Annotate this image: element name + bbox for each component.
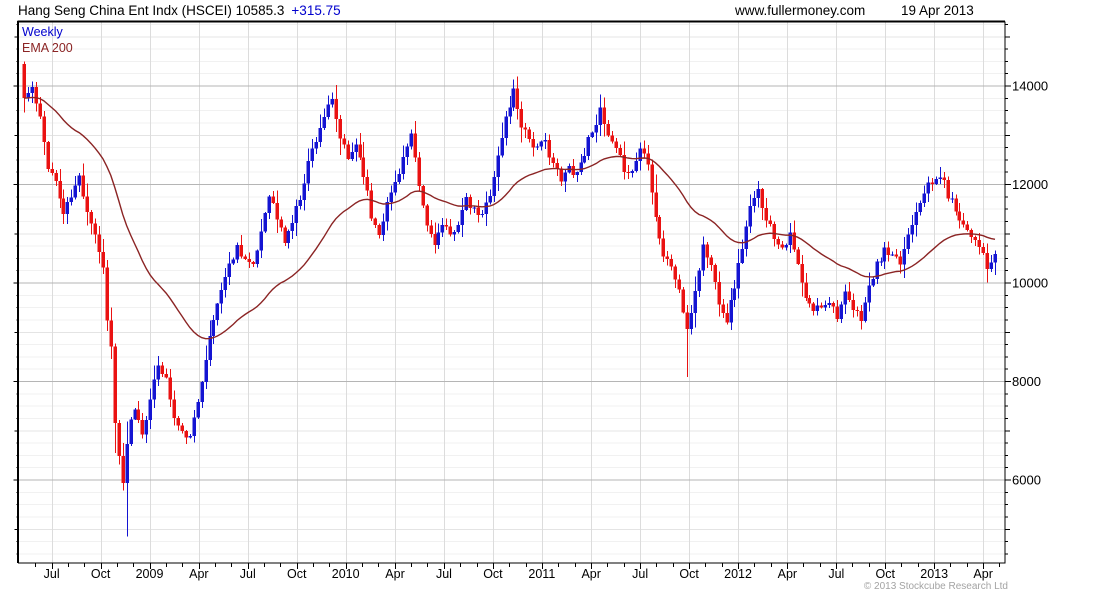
x-axis-label: 2010 [332, 567, 360, 581]
x-axis-label: Oct [876, 567, 896, 581]
x-axis-label: Apr [189, 567, 208, 581]
legend-ema: EMA 200 [22, 41, 73, 55]
x-axis-label: 2009 [136, 567, 164, 581]
x-axis-label: Jul [828, 567, 844, 581]
candlestick-series [22, 61, 998, 537]
instrument-name: Hang Seng China Ent Indx (HSCEI) 10585.3 [18, 3, 285, 18]
y-axis-label: 12000 [1012, 177, 1048, 192]
x-axis-label: Jul [632, 567, 648, 581]
y-axis-label: 6000 [1012, 473, 1041, 488]
ema-line [23, 96, 996, 340]
chart-title: Hang Seng China Ent Indx (HSCEI) 10585.3… [18, 3, 341, 18]
x-axis-label: Jul [240, 567, 256, 581]
x-axis-label: Apr [385, 567, 404, 581]
x-axis-label: 2012 [724, 567, 752, 581]
website-label: www.fullermoney.com [735, 3, 866, 18]
x-axis-label: Oct [91, 567, 111, 581]
price-change: +315.75 [291, 3, 341, 18]
x-axis-label: Apr [581, 567, 600, 581]
x-axis-label: 2013 [920, 567, 948, 581]
copyright-notice: © 2013 Stockcube Research Ltd [863, 581, 1008, 592]
x-axis-label: Jul [44, 567, 60, 581]
x-axis-label: Oct [483, 567, 503, 581]
price-chart: 6000 8000 10000 12000 14000 Jul Oct 2009 Apr Jul O… [13, 20, 1048, 581]
date-label: 19 Apr 2013 [901, 3, 974, 18]
x-axis-label: Jul [436, 567, 452, 581]
x-axis-label: Oct [679, 567, 699, 581]
x-axis-label: Oct [287, 567, 307, 581]
y-axis-label: 10000 [1012, 276, 1048, 291]
x-axis-label: Apr [778, 567, 797, 581]
x-axis-label: 2011 [528, 567, 555, 581]
x-axis-label: Apr [973, 567, 992, 581]
y-axis-label: 8000 [1012, 374, 1041, 389]
legend-timeframe: Weekly [22, 25, 63, 39]
y-axis-label: 14000 [1012, 79, 1048, 94]
